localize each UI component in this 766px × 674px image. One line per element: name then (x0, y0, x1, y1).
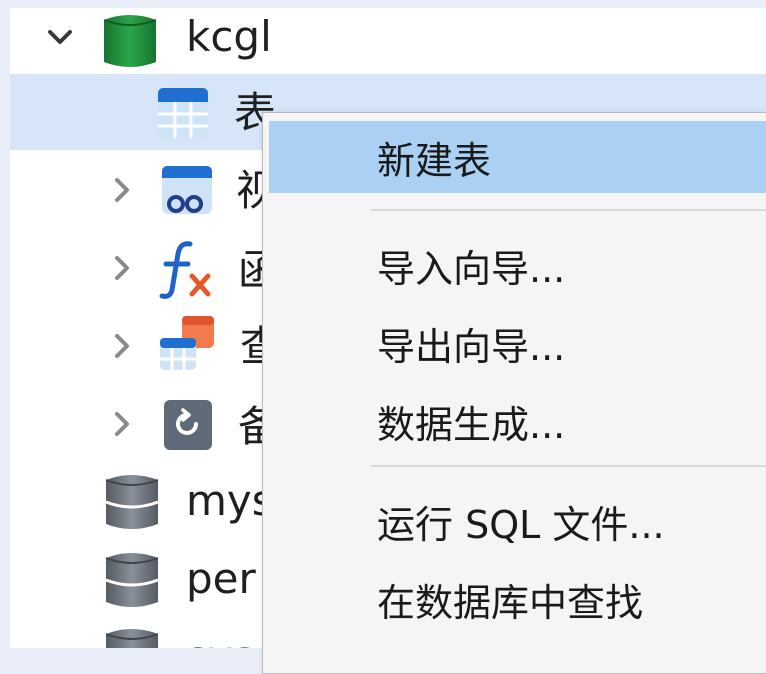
database-gray-icon (104, 626, 160, 648)
table-icon (156, 86, 210, 144)
query-icon (156, 314, 218, 378)
menu-item-label: 运行 SQL 文件... (377, 502, 665, 547)
database-gray-icon (104, 472, 160, 536)
menu-item-data-generation[interactable]: 数据生成... (269, 385, 766, 457)
menu-item-label: 在数据库中查找 (377, 580, 644, 625)
function-icon (156, 238, 216, 304)
menu-item-label: 新建表 (377, 138, 492, 183)
menu-separator (371, 209, 766, 211)
chevron-right-icon[interactable] (102, 404, 142, 444)
tree-item-database-kcgl[interactable]: kcgl (10, 8, 766, 78)
chevron-right-icon[interactable] (102, 170, 142, 210)
database-gray-icon (104, 550, 160, 614)
menu-item-label: 数据生成... (377, 402, 566, 447)
chevron-right-icon[interactable] (102, 326, 142, 366)
tree-item-label: per (186, 554, 256, 603)
menu-item-new-table[interactable]: 新建表 (269, 121, 766, 193)
menu-item-find-in-database[interactable]: 在数据库中查找 (269, 563, 766, 635)
tree-item-label: sys (186, 636, 255, 649)
database-green-icon (102, 12, 158, 74)
chevron-down-icon[interactable] (40, 18, 80, 58)
tree-item-label: mys (186, 476, 274, 525)
context-menu: 新建表 导入向导... 导出向导... 数据生成... 运行 SQL 文件...… (262, 112, 766, 674)
menu-item-import-wizard[interactable]: 导入向导... (269, 229, 766, 301)
backup-icon (162, 398, 214, 456)
menu-item-run-sql-file[interactable]: 运行 SQL 文件... (269, 485, 766, 557)
chevron-right-icon[interactable] (102, 248, 142, 288)
menu-item-label: 导出向导... (377, 324, 566, 369)
tree-item-label: kcgl (186, 12, 272, 61)
menu-separator (371, 465, 766, 467)
menu-item-label: 导入向导... (377, 246, 566, 291)
view-icon (160, 164, 214, 222)
menu-item-export-wizard[interactable]: 导出向导... (269, 307, 766, 379)
